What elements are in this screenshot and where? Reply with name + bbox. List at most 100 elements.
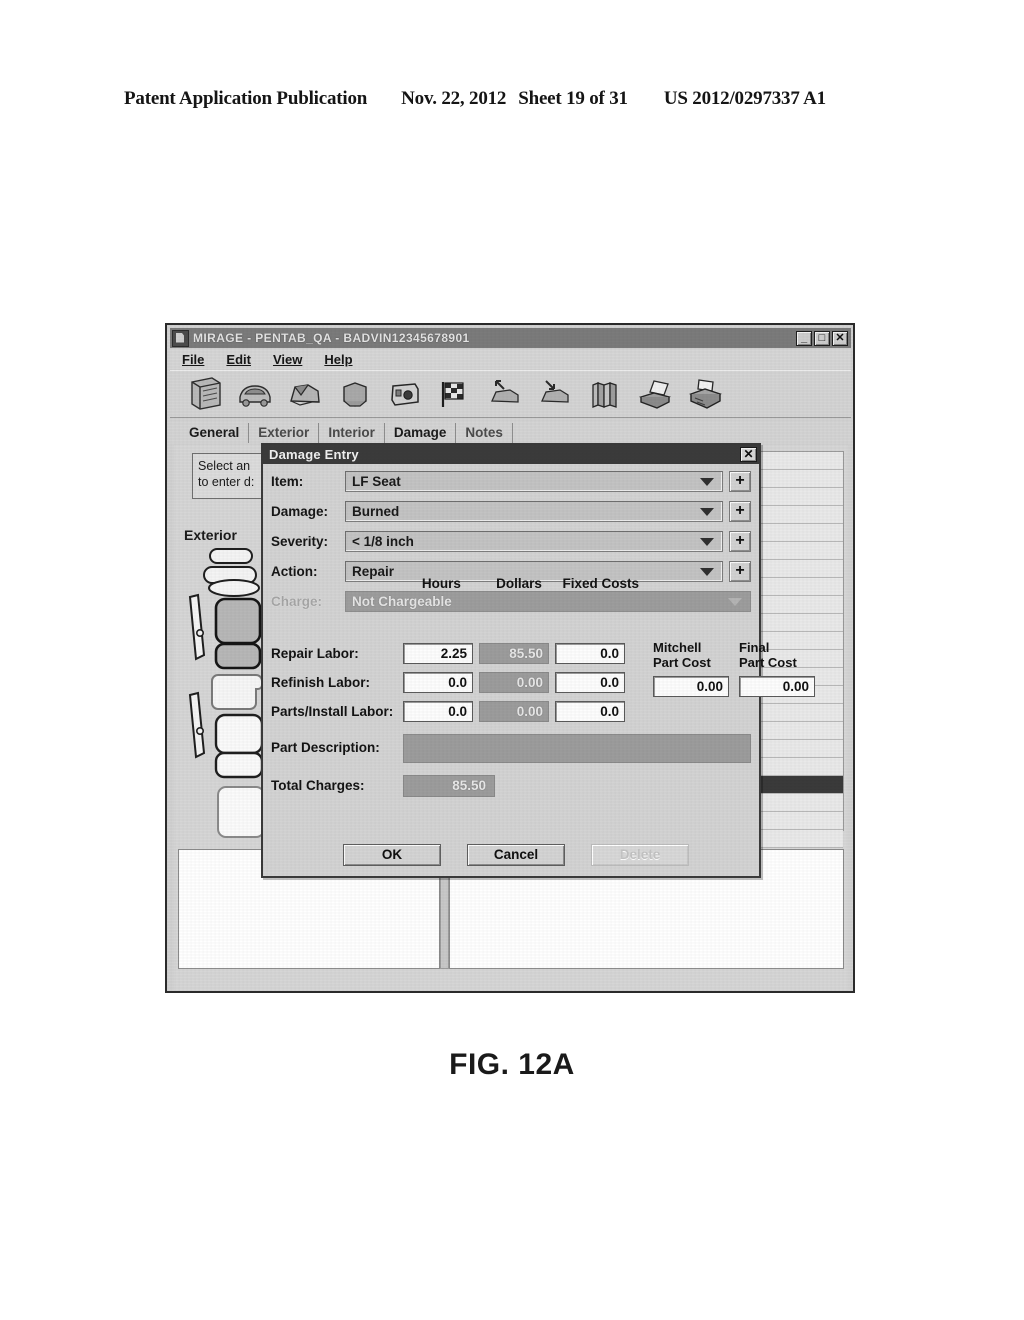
damage-value: Burned	[352, 503, 400, 519]
section-label-exterior: Exterior	[184, 527, 237, 543]
part-description-label: Part Description:	[271, 740, 380, 755]
patent-number: US 2012/0297337 A1	[663, 88, 826, 109]
final-part-cost-label-line2: Part Cost	[739, 655, 797, 670]
mitchell-part-cost-label-line2: Part Cost	[653, 655, 711, 670]
final-part-cost-label: Final Part Cost	[739, 640, 815, 670]
app-icon	[172, 329, 189, 347]
mitchell-part-cost-input[interactable]: 0.00	[653, 676, 729, 697]
books-icon[interactable]	[582, 373, 628, 415]
parts-install-labor-dollars-value: 0.00	[479, 700, 549, 722]
damage-entry-dialog: Damage Entry ✕ Item: LF Seat + Damage: B…	[261, 443, 815, 878]
dialog-title: Damage Entry	[269, 447, 359, 462]
vehicle-body-icon[interactable]	[332, 373, 378, 415]
charge-label: Charge:	[271, 593, 323, 609]
refinish-labor-hours-input[interactable]: 0.0	[403, 671, 473, 693]
damage-label: Damage:	[271, 503, 329, 519]
severity-label: Severity:	[271, 533, 329, 549]
row-total-charges: Total Charges: 85.50	[271, 774, 751, 797]
application-window: MIRAGE - PENTAB_QA - BADVIN12345678901 _…	[165, 323, 855, 993]
publication-label: Patent Application Publication	[124, 88, 368, 109]
mitchell-part-cost-label: Mitchell Part Cost	[653, 640, 729, 670]
dialog-body: Item: LF Seat + Damage: Burned + Severit…	[263, 464, 815, 878]
row-part-description: Part Description:	[271, 734, 751, 766]
window-titlebar: MIRAGE - PENTAB_QA - BADVIN12345678901 _…	[170, 328, 851, 348]
refinish-labor-label: Refinish Labor:	[271, 674, 371, 690]
chevron-down-icon	[728, 598, 742, 606]
printer-feed-icon[interactable]	[632, 373, 678, 415]
window-controls: _ □ ✕	[796, 330, 851, 346]
add-action-button[interactable]: +	[729, 560, 751, 582]
menu-edit-label: Edit	[226, 351, 251, 367]
patent-header: Patent Application Publication Nov. 22, …	[124, 88, 914, 114]
field-row-severity: Severity: < 1/8 inch +	[271, 530, 751, 552]
printer-icon[interactable]	[682, 373, 728, 415]
menu-help-label: Help	[324, 351, 353, 367]
cancel-button[interactable]: Cancel	[467, 844, 565, 866]
tab-notes[interactable]: Notes	[456, 423, 513, 443]
damage-dropdown[interactable]: Burned	[345, 500, 723, 522]
action-value: Repair	[352, 563, 395, 579]
menu-view-label: View	[272, 351, 303, 367]
chevron-down-icon	[700, 568, 714, 576]
refinish-labor-fixed-input[interactable]: 0.0	[555, 671, 625, 693]
ok-button[interactable]: OK	[343, 844, 441, 866]
cost-column-headers: Hours Dollars Fixed Costs	[403, 576, 643, 591]
menu-item-help[interactable]: Help	[324, 352, 352, 367]
menu-item-view[interactable]: View	[273, 352, 302, 367]
tab-interior[interactable]: Interior	[319, 423, 385, 443]
maximize-button[interactable]: □	[814, 330, 830, 346]
severity-value: < 1/8 inch	[352, 533, 414, 549]
open-book-icon[interactable]	[182, 373, 228, 415]
item-dropdown[interactable]: LF Seat	[345, 470, 723, 492]
repair-labor-label: Repair Labor:	[271, 645, 359, 661]
vehicle-damage-icon[interactable]	[282, 373, 328, 415]
menu-item-edit[interactable]: Edit	[226, 352, 251, 367]
add-severity-button[interactable]: +	[729, 530, 751, 552]
close-button[interactable]: ✕	[832, 330, 848, 346]
final-part-cost-input[interactable]: 0.00	[739, 676, 815, 697]
parts-install-labor-hours-input[interactable]: 0.0	[403, 700, 473, 722]
total-charges-value: 85.50	[403, 774, 495, 797]
chevron-down-icon	[700, 478, 714, 486]
column-header-dollars: Dollars	[496, 576, 542, 591]
item-value: LF Seat	[352, 473, 401, 489]
minimize-button[interactable]: _	[796, 330, 812, 346]
part-cost-inputs: 0.00 0.00	[653, 676, 815, 697]
close-icon[interactable]: ✕	[740, 447, 757, 462]
import-vehicle-icon[interactable]	[532, 373, 578, 415]
sheet-number: Sheet 19 of 31	[518, 88, 628, 109]
tab-bar: General Exterior Interior Damage Notes	[170, 421, 851, 443]
part-cost-headers: Mitchell Part Cost Final Part Cost	[653, 640, 815, 670]
tab-exterior[interactable]: Exterior	[249, 423, 320, 443]
column-header-hours: Hours	[421, 576, 461, 591]
vehicle-front-icon[interactable]	[232, 373, 278, 415]
action-label: Action:	[271, 563, 318, 579]
parts-install-labor-label: Parts/Install Labor:	[271, 703, 394, 719]
repair-labor-hours-input[interactable]: 2.25	[403, 642, 473, 664]
chevron-down-icon	[700, 538, 714, 546]
total-charges-label: Total Charges:	[271, 778, 365, 793]
export-vehicle-icon[interactable]	[482, 373, 528, 415]
repair-labor-fixed-input[interactable]: 0.0	[555, 642, 625, 664]
menu-item-file[interactable]: File	[182, 352, 204, 367]
field-row-charge: Charge: Not Chargeable	[271, 590, 751, 612]
delete-button: Delete	[591, 844, 689, 866]
severity-dropdown[interactable]: < 1/8 inch	[345, 530, 723, 552]
toolbar	[170, 370, 851, 418]
mitchell-part-cost-label-line1: Mitchell	[653, 640, 702, 655]
row-parts-install-labor: Parts/Install Labor: 0.0 0.00 0.0	[271, 700, 751, 722]
field-row-damage: Damage: Burned +	[271, 500, 751, 522]
add-item-button[interactable]: +	[729, 470, 751, 492]
refinish-labor-dollars-value: 0.00	[479, 671, 549, 693]
chevron-down-icon	[700, 508, 714, 516]
checkered-flag-icon[interactable]	[432, 373, 478, 415]
parts-install-labor-fixed-input[interactable]: 0.0	[555, 700, 625, 722]
item-label: Item:	[271, 473, 304, 489]
charge-value: Not Chargeable	[352, 593, 452, 609]
photo-camera-icon[interactable]	[382, 373, 428, 415]
tab-damage[interactable]: Damage	[385, 423, 457, 443]
add-damage-button[interactable]: +	[729, 500, 751, 522]
dialog-titlebar: Damage Entry ✕	[263, 445, 759, 464]
dialog-button-row: OK Cancel Delete	[343, 844, 689, 866]
tab-general[interactable]: General	[180, 423, 250, 443]
